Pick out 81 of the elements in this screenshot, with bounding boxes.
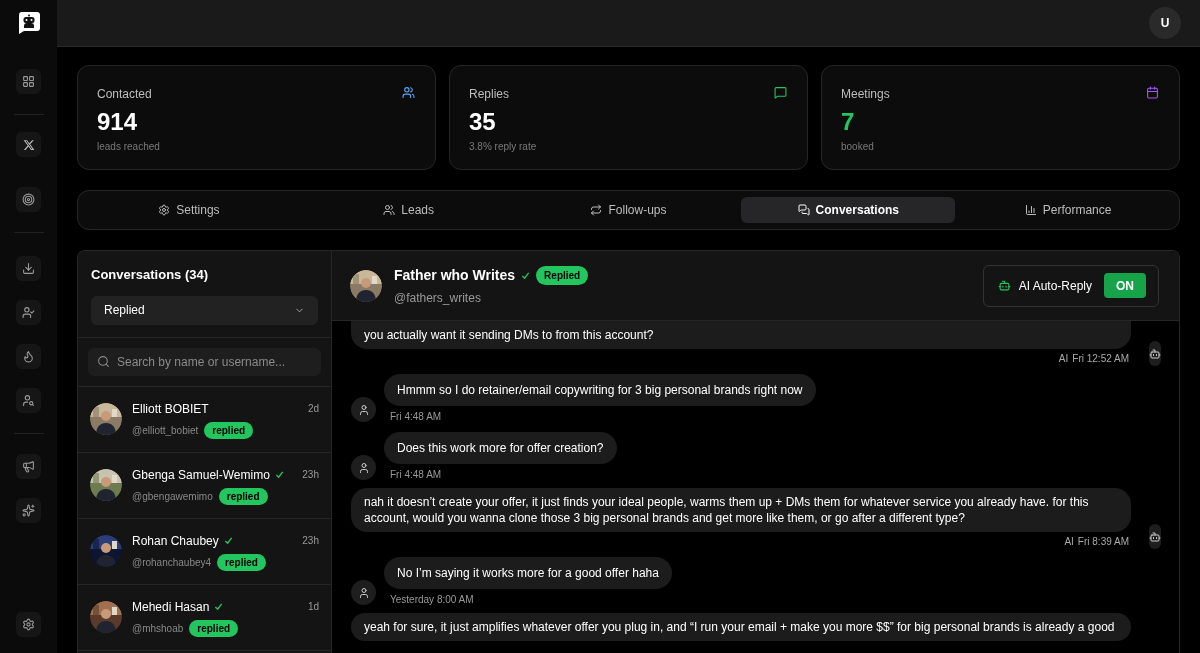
conversation-item[interactable]: Rohan Chaubey 23h @rohanchaubey4 replied xyxy=(78,518,331,585)
download-icon[interactable] xyxy=(16,256,41,281)
tab[interactable]: Conversations xyxy=(741,197,956,223)
message-time: Fri 4:48 AM xyxy=(390,410,442,424)
tab[interactable]: Performance xyxy=(961,197,1175,223)
user-search-icon[interactable] xyxy=(16,388,41,413)
ai-message-bubble: you actually want it sending DMs to from this account? xyxy=(351,321,1131,349)
conversation-item[interactable]: Mehedi Hasan 1d @mhshoab replied xyxy=(78,584,331,651)
people-icon xyxy=(383,204,396,216)
lead-message-bubble: Does this work more for offer creation? xyxy=(384,432,617,464)
search-icon xyxy=(97,354,110,368)
contact-name: Mehedi Hasan xyxy=(132,598,210,616)
chat-bubbles-icon xyxy=(797,204,810,216)
bot-avatar-icon xyxy=(1149,341,1161,366)
contact-name: Rohan Chaubey xyxy=(132,532,219,550)
time-ago: 23h xyxy=(302,534,319,548)
user-avatar-icon xyxy=(351,580,376,605)
chat-contact-name: Father who Writes xyxy=(394,265,516,285)
dashboard-icon[interactable] xyxy=(16,69,41,94)
conversation-item[interactable]: Gbenga Samuel-Wemimo 23h @gbengawemimo replied xyxy=(78,452,331,519)
user-avatar-icon xyxy=(351,397,376,422)
time-ago: 1d xyxy=(307,600,319,614)
search-field[interactable]: Search by name or username... xyxy=(88,347,321,376)
time-ago: 2d xyxy=(307,402,319,416)
status-badge: replied xyxy=(189,619,239,637)
settings-icon[interactable] xyxy=(16,612,41,637)
message-time: Fri 4:48 AM xyxy=(390,468,442,482)
contact-username: @elliott_bobiet xyxy=(132,423,199,438)
stat-caption: 3.8% reply rate xyxy=(469,140,538,154)
calendar-icon xyxy=(1146,86,1159,99)
lead-message-bubble: No I’m saying it works more for a good offer haha xyxy=(384,557,672,589)
stat-value: 7 xyxy=(841,107,856,137)
tab[interactable]: Follow-ups xyxy=(521,197,736,223)
status-badge: replied xyxy=(217,553,266,571)
message-time: Yesterday 8:00 AM xyxy=(390,593,474,607)
bot-avatar-icon xyxy=(1149,524,1161,549)
flame-icon[interactable] xyxy=(16,344,41,369)
stat-label: Contacted xyxy=(97,86,152,103)
contact-username: @rohanchaubey4 xyxy=(132,555,212,570)
list-title: Conversations (34) xyxy=(91,266,210,284)
bot-icon xyxy=(997,279,1011,292)
stat-caption: booked xyxy=(841,140,875,154)
bot-logo-icon xyxy=(16,11,41,35)
stat-label: Meetings xyxy=(841,86,890,103)
chat-username: @fathers_writes xyxy=(394,289,482,307)
gear-icon xyxy=(158,204,171,216)
message-time: Fri 12:52 AM xyxy=(1072,352,1129,366)
contact-username: @mhshoab xyxy=(132,621,184,636)
message-time: Fri 8:39 AM xyxy=(1077,535,1129,549)
contact-name: Elliott BOBIET xyxy=(132,400,209,418)
status-badge: Replied xyxy=(536,265,589,285)
filter-dropdown[interactable]: Replied xyxy=(91,295,318,325)
contact-name: Gbenga Samuel-Wemimo xyxy=(132,466,270,484)
repeat-icon xyxy=(590,204,603,216)
lead-message-bubble: Hmmm so I do retainer/email copywriting for 3 big personal brands right now xyxy=(384,374,816,406)
contact-username: @gbengawemimo xyxy=(132,489,213,504)
bar-chart-icon xyxy=(1024,204,1037,216)
x-logo-icon[interactable] xyxy=(16,132,41,157)
ai-message-bubble: yeah for sure, it just amplifies whatever offer you plug in, and “I run your email + make you more $$” for big personal brands is already a good xyxy=(351,613,1131,641)
stat-value: 35 xyxy=(469,107,497,137)
people-icon xyxy=(402,86,415,99)
user-avatar-icon xyxy=(351,455,376,480)
user-avatar[interactable]: U xyxy=(1149,7,1181,39)
megaphone-icon[interactable] xyxy=(16,454,41,479)
chat-bubble-icon xyxy=(774,86,787,99)
target-icon[interactable] xyxy=(16,187,41,212)
tab[interactable]: Leads xyxy=(301,197,516,223)
ai-label: AI xyxy=(1058,352,1069,366)
stat-caption: leads reached xyxy=(97,140,161,154)
sparkles-icon[interactable] xyxy=(16,498,41,523)
stat-label: Replies xyxy=(469,86,510,103)
ai-message-bubble: nah it doesn’t create your offer, it just finds your ideal people, warms them up + DMs them for whatever service you already have. for this account, would you wanna clone those 3 big personal brands and get more like them, or go after a different type? xyxy=(351,488,1131,532)
status-badge: replied xyxy=(204,421,254,439)
conversation-item[interactable]: Elliott BOBIET 2d @elliott_bobiet replied xyxy=(78,386,331,453)
tab[interactable]: Settings xyxy=(82,197,296,223)
user-check-icon[interactable] xyxy=(16,300,41,325)
status-badge: replied xyxy=(218,487,268,505)
auto-reply-label: AI Auto-Reply xyxy=(1018,277,1092,295)
stat-value: 914 xyxy=(97,107,139,137)
time-ago: 23h xyxy=(302,468,319,482)
ai-label: AI xyxy=(1064,535,1074,549)
